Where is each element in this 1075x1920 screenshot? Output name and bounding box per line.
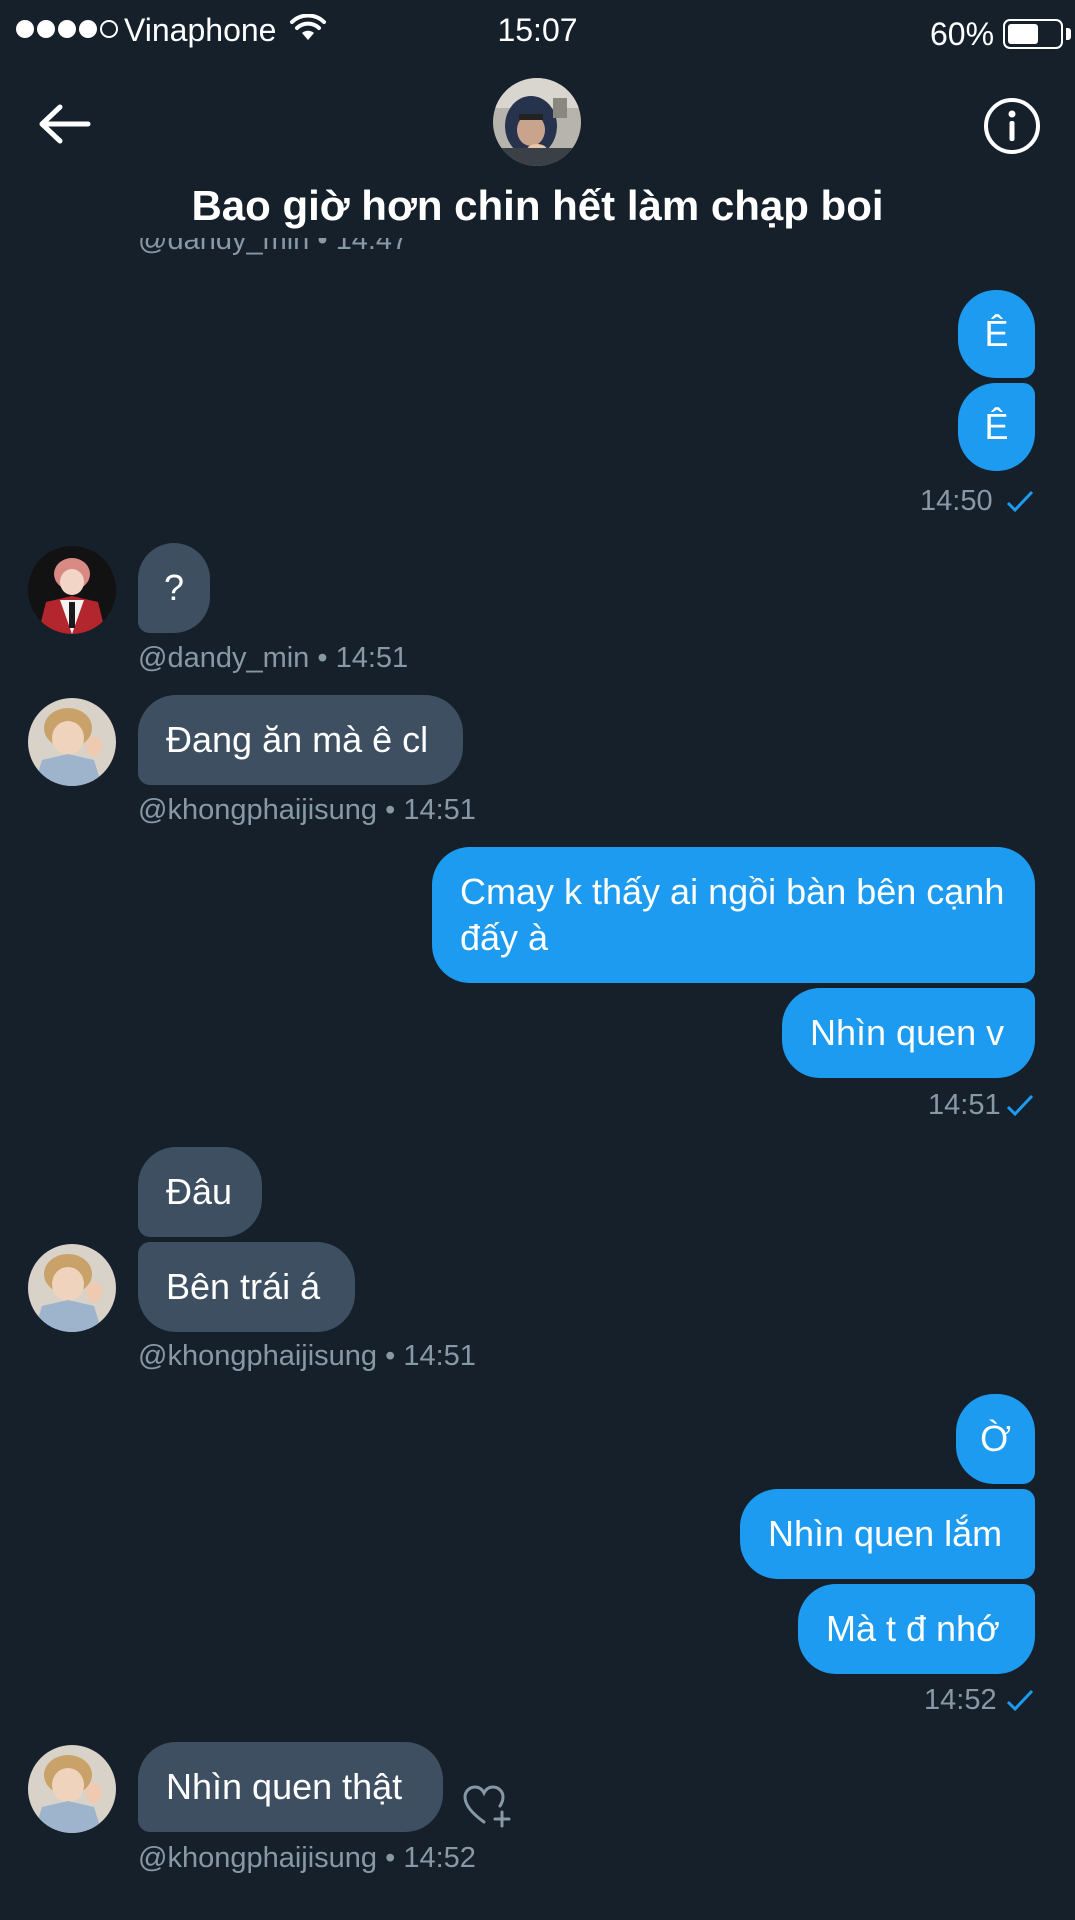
user-photo [28, 1745, 116, 1833]
outgoing-message[interactable]: Ê [958, 383, 1035, 471]
status-bar: Vinaphone 15:07 60% [0, 0, 1075, 62]
react-button[interactable] [462, 1782, 512, 1830]
outgoing-message[interactable]: Mà t đ nhớ [798, 1584, 1035, 1674]
user-photo [28, 698, 116, 786]
avatar-khongphaijisung[interactable] [28, 698, 116, 786]
avatar-khongphaijisung[interactable] [28, 1244, 116, 1332]
message-text: Mà t đ nhớ [826, 1608, 1000, 1649]
message-text: Nhìn quen lắm [768, 1513, 1003, 1554]
message-timestamp: 14:50 [920, 485, 993, 517]
message-text: Bên trái á [166, 1266, 321, 1307]
battery-level [1008, 24, 1038, 44]
group-avatar[interactable] [493, 78, 581, 166]
incoming-message[interactable]: Đang ăn mà ê cl [138, 695, 463, 785]
outgoing-message[interactable]: Ờ [956, 1394, 1035, 1484]
incoming-message[interactable]: Đâu [138, 1147, 262, 1237]
message-meta-clipped: @dandy_min • 14:47 [138, 238, 409, 256]
message-meta: @khongphaijisung • 14:51 [138, 1340, 476, 1372]
message-text: Nhìn quen v [810, 1012, 1005, 1053]
incoming-message[interactable]: ? [138, 543, 210, 633]
user-photo [28, 546, 116, 634]
user-photo [28, 1244, 116, 1332]
message-meta: @dandy_min • 14:51 [138, 642, 409, 674]
message-text: Đang ăn mà ê cl [166, 719, 429, 760]
check-icon [1006, 1689, 1034, 1712]
message-text: Ê [984, 406, 1009, 447]
avatar-dandy-min[interactable] [28, 546, 116, 634]
message-text: Ê [984, 313, 1009, 354]
battery-cap [1066, 28, 1071, 40]
outgoing-message[interactable]: Nhìn quen lắm [740, 1489, 1035, 1579]
info-button[interactable] [982, 96, 1042, 156]
status-time: 15:07 [497, 12, 578, 48]
message-timestamp: 14:52 [924, 1684, 997, 1716]
incoming-message[interactable]: Bên trái á [138, 1242, 355, 1332]
check-icon [1006, 1094, 1034, 1117]
message-text: Ờ [980, 1418, 1011, 1459]
group-photo [493, 78, 581, 166]
back-button[interactable] [34, 96, 94, 156]
battery-icon [1003, 19, 1063, 49]
message-meta: @khongphaijisung • 14:51 [138, 794, 476, 826]
outgoing-message[interactable]: Ê [958, 290, 1035, 378]
check-icon [1006, 490, 1034, 513]
outgoing-message[interactable]: Cmay k thấy ai ngồi bàn bên cạnh đấy à [432, 847, 1035, 983]
message-meta: @khongphaijisung • 14:52 [138, 1842, 476, 1874]
avatar-khongphaijisung[interactable] [28, 1745, 116, 1833]
battery-percent: 60% [930, 16, 995, 52]
message-text: Đâu [166, 1171, 233, 1212]
message-text: ? [163, 567, 185, 608]
incoming-message[interactable]: Nhìn quen thật [138, 1742, 443, 1832]
outgoing-message[interactable]: Nhìn quen v [782, 988, 1035, 1078]
message-text: Cmay k thấy ai ngồi bàn bên cạnh đấy à [460, 871, 1005, 958]
conversation-title: Bao giờ hơn chin hết làm chạp boi [191, 182, 884, 229]
heart-plus-icon [463, 1785, 511, 1828]
arrow-left-icon [39, 104, 91, 144]
info-circle-icon [984, 98, 1040, 154]
message-text: Nhìn quen thật [166, 1766, 403, 1807]
message-timestamp: 14:51 [928, 1089, 1001, 1121]
